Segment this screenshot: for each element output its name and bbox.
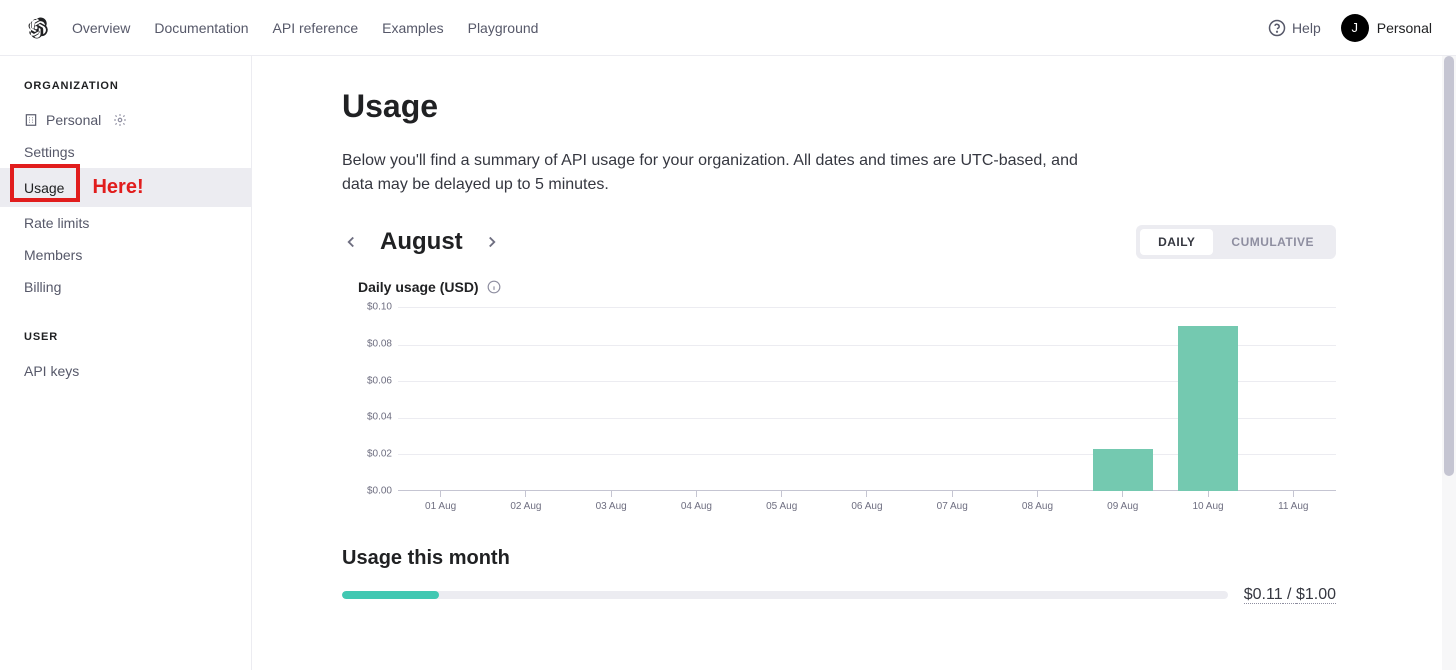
chart-bars: [398, 308, 1336, 491]
y-tick: $0.00: [367, 486, 392, 497]
x-tick: 09 Aug: [1080, 491, 1165, 517]
main-content: Usage Below you'll find a summary of API…: [252, 56, 1456, 670]
y-tick: $0.02: [367, 449, 392, 460]
progress-used: $0.11: [1244, 586, 1283, 604]
bar-slot: [654, 308, 739, 491]
annotation-here: Here!: [92, 176, 143, 199]
chart-plot: [398, 307, 1336, 491]
bar-slot: [483, 308, 568, 491]
sidebar-org-heading: ORGANIZATION: [0, 80, 251, 104]
sidebar: ORGANIZATION Personal Settings Usage Her…: [0, 56, 252, 670]
bar-slot: [824, 308, 909, 491]
scrollbar-thumb[interactable]: [1444, 56, 1454, 476]
progress-row: $0.11 / $1.00: [342, 586, 1336, 604]
info-icon[interactable]: [487, 280, 501, 294]
bar-slot: [569, 308, 654, 491]
sidebar-item-usage[interactable]: Usage Here!: [0, 168, 251, 207]
nav-examples[interactable]: Examples: [382, 20, 443, 36]
progress-text: $0.11 / $1.00: [1244, 586, 1336, 604]
openai-logo: [24, 16, 48, 40]
nav-documentation[interactable]: Documentation: [154, 20, 248, 36]
account-menu[interactable]: J Personal: [1341, 14, 1432, 42]
chart-title: Daily usage (USD): [358, 279, 479, 295]
topbar-left: Overview Documentation API reference Exa…: [24, 16, 538, 40]
chart-x-axis: 01 Aug02 Aug03 Aug04 Aug05 Aug06 Aug07 A…: [398, 491, 1336, 517]
month-row: August DAILY CUMULATIVE: [342, 225, 1336, 259]
toggle-daily[interactable]: DAILY: [1140, 229, 1213, 255]
usage-chart: $0.10$0.08$0.06$0.04$0.02$0.00 01 Aug02 …: [358, 307, 1336, 517]
x-tick: 01 Aug: [398, 491, 483, 517]
bar-slot: [910, 308, 995, 491]
toggle-cumulative[interactable]: CUMULATIVE: [1213, 229, 1332, 255]
bar-slot: [739, 308, 824, 491]
chart-title-row: Daily usage (USD): [358, 279, 1336, 295]
bar-slot: [1080, 308, 1165, 491]
sidebar-item-label: Usage: [24, 180, 64, 196]
sidebar-org-section: ORGANIZATION Personal Settings Usage Her…: [0, 80, 251, 303]
nav-playground[interactable]: Playground: [468, 20, 539, 36]
sidebar-item-settings[interactable]: Settings: [0, 136, 251, 168]
x-tick: 03 Aug: [569, 491, 654, 517]
progress-sep: /: [1283, 586, 1296, 604]
building-icon: [24, 113, 38, 127]
sidebar-item-api-keys[interactable]: API keys: [0, 355, 251, 387]
chevron-left-icon[interactable]: [342, 233, 360, 251]
topbar-right: Help J Personal: [1268, 14, 1432, 42]
month-label: August: [380, 228, 463, 256]
bar-slot: [1251, 308, 1336, 491]
progress-track: [342, 591, 1228, 599]
bar-slot: [1165, 308, 1250, 491]
usage-month-heading: Usage this month: [342, 547, 1336, 570]
layout: ORGANIZATION Personal Settings Usage Her…: [0, 56, 1456, 670]
x-tick: 05 Aug: [739, 491, 824, 517]
help-label: Help: [1292, 20, 1321, 36]
sidebar-user-section: USER API keys: [0, 331, 251, 387]
bar[interactable]: [1093, 449, 1153, 491]
x-tick: 10 Aug: [1165, 491, 1250, 517]
x-tick: 08 Aug: [995, 491, 1080, 517]
y-tick: $0.06: [367, 375, 392, 386]
nav-api-reference[interactable]: API reference: [273, 20, 359, 36]
chevron-right-icon[interactable]: [483, 233, 501, 251]
x-tick: 04 Aug: [654, 491, 739, 517]
x-tick: 07 Aug: [910, 491, 995, 517]
avatar: J: [1341, 14, 1369, 42]
view-toggle: DAILY CUMULATIVE: [1136, 225, 1336, 259]
sidebar-org-select[interactable]: Personal: [0, 104, 251, 136]
bar[interactable]: [1178, 326, 1238, 491]
scrollbar[interactable]: [1442, 56, 1456, 670]
sidebar-item-rate-limits[interactable]: Rate limits: [0, 207, 251, 239]
x-tick: 06 Aug: [824, 491, 909, 517]
sidebar-item-billing[interactable]: Billing: [0, 271, 251, 303]
progress-limit: $1.00: [1296, 586, 1336, 604]
month-nav: August: [342, 228, 501, 256]
sidebar-item-members[interactable]: Members: [0, 239, 251, 271]
page-title: Usage: [342, 88, 1336, 125]
topbar: Overview Documentation API reference Exa…: [0, 0, 1456, 56]
x-tick: 11 Aug: [1251, 491, 1336, 517]
top-nav: Overview Documentation API reference Exa…: [72, 20, 538, 36]
bar-slot: [995, 308, 1080, 491]
nav-overview[interactable]: Overview: [72, 20, 130, 36]
gear-icon: [113, 113, 127, 127]
help-icon: [1268, 19, 1286, 37]
progress-fill: [342, 591, 439, 599]
sidebar-user-heading: USER: [0, 331, 251, 355]
y-tick: $0.10: [367, 302, 392, 313]
sidebar-org-name: Personal: [46, 112, 101, 128]
page-description: Below you'll find a summary of API usage…: [342, 149, 1102, 197]
bar-slot: [398, 308, 483, 491]
help-link[interactable]: Help: [1268, 19, 1321, 37]
account-name: Personal: [1377, 20, 1432, 36]
chart-y-axis: $0.10$0.08$0.06$0.04$0.02$0.00: [358, 307, 398, 491]
x-tick: 02 Aug: [483, 491, 568, 517]
y-tick: $0.04: [367, 412, 392, 423]
y-tick: $0.08: [367, 338, 392, 349]
